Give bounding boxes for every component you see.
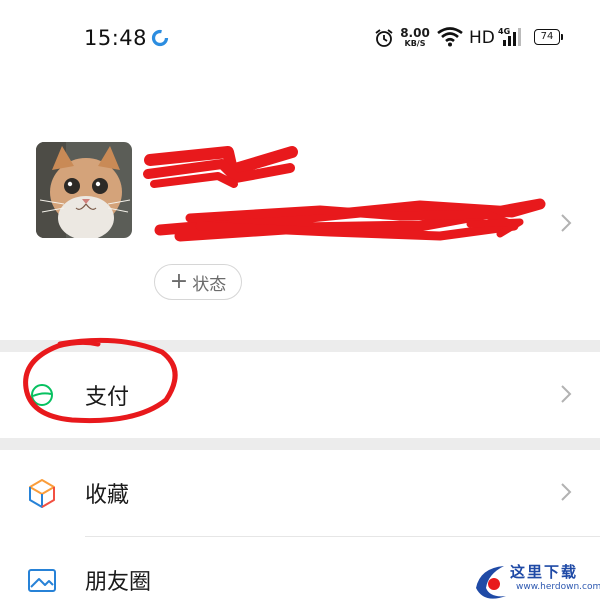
add-status-button[interactable]: + 状态 [154, 264, 242, 300]
hd-indicator: HD [469, 28, 495, 48]
moments-photo-icon [28, 569, 56, 592]
status-bar: 15:48 8.00 KB/S HD 4G 74 [0, 0, 600, 78]
network-speed-value: 8.00 [400, 26, 430, 40]
add-status-plus: + [169, 269, 189, 294]
alarm-icon [375, 29, 393, 47]
pay-label: 支付 [85, 385, 130, 410]
moments-label: 朋友圈 [85, 570, 152, 595]
profile-card[interactable]: + 状态 [0, 78, 600, 340]
menu-item-favorites[interactable]: 收藏 [0, 450, 600, 536]
profile-chevron-icon[interactable] [560, 213, 572, 233]
add-status-label: 状态 [192, 274, 227, 295]
pay-chevron-icon [561, 385, 572, 403]
section-gap [0, 340, 600, 352]
redaction-scribble [143, 146, 546, 242]
signal-label: 4G [498, 27, 510, 36]
watermark-url: www.herdown.com [516, 582, 600, 592]
wifi-icon [437, 27, 463, 47]
menu-item-pay[interactable]: 支付 [0, 352, 600, 438]
network-speed-unit: KB/S [404, 39, 426, 48]
watermark-swoosh-icon [476, 566, 506, 599]
status-time: 15:48 [84, 26, 148, 50]
app-notification-icon [151, 29, 169, 47]
network-speed: 8.00 KB/S [399, 27, 431, 48]
favorites-cube-icon [29, 479, 55, 508]
pay-icon [31, 384, 53, 406]
watermark-logo: 这里下载 www.herdown.com [470, 558, 600, 603]
favorites-chevron-icon [561, 483, 572, 501]
signal-icon: 4G [498, 27, 521, 46]
watermark-text: 这里下载 [510, 563, 579, 581]
favorites-label: 收藏 [85, 483, 130, 508]
battery-indicator: 74 [534, 29, 563, 45]
section-gap [0, 438, 600, 450]
